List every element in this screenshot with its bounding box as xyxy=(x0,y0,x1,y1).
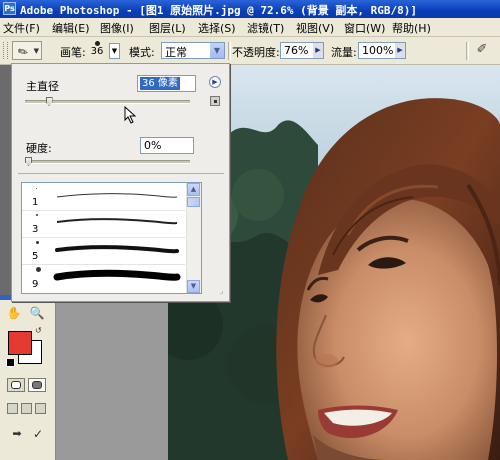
brush-preset-size: 3 xyxy=(32,224,39,235)
hardness-slider-track[interactable] xyxy=(25,160,190,164)
brush-size-value: 36 xyxy=(90,46,104,57)
chevron-down-icon: ▼ xyxy=(33,47,39,55)
full-screen-mode-button[interactable] xyxy=(35,403,46,414)
opacity-value: 76% xyxy=(284,44,309,57)
menu-window[interactable]: 窗口(W) xyxy=(344,20,385,36)
brush-stroke-preview xyxy=(56,193,178,198)
menu-view[interactable]: 视图(V) xyxy=(296,20,334,36)
hardness-value: 0% xyxy=(144,139,162,152)
menu-file[interactable]: 文件(F) xyxy=(3,20,40,36)
checkmark-icon[interactable]: ✓ xyxy=(30,427,46,443)
menu-filter[interactable]: 滤镜(T) xyxy=(247,20,284,36)
brush-preset-size: 1 xyxy=(32,197,39,208)
airbrush-icon[interactable]: ✐ xyxy=(473,42,491,60)
chevron-down-icon: ▼ xyxy=(210,43,224,58)
brush-label: 画笔: xyxy=(60,46,86,59)
menu-bar: 文件(F) 编辑(E) 图像(I) 图层(L) 选择(S) 滤镜(T) 视图(V… xyxy=(0,18,500,37)
brush-preset-picker-panel: 主直径 36 像素 ▶ 硬度: 0% 1 3 5 9 ▲ ▼ ⌟ xyxy=(11,63,230,302)
tool-preset-picker[interactable]: ✎ ▼ xyxy=(12,41,42,61)
brush-tip-dot xyxy=(36,267,41,272)
brush-stroke-preview xyxy=(56,218,178,225)
foreground-color-swatch[interactable] xyxy=(8,331,32,355)
menu-edit[interactable]: 编辑(E) xyxy=(52,20,90,36)
options-bar: ✎ ▼ 画笔: 36 ▼ 模式: 正常 ▼ 不透明度: 76% ▶ 流量: 10… xyxy=(0,37,500,65)
opacity-label: 不透明度: xyxy=(232,46,280,59)
menu-image[interactable]: 图像(I) xyxy=(100,20,134,36)
flow-label: 流量: xyxy=(331,46,357,59)
brush-preset-5[interactable]: 5 xyxy=(22,237,185,265)
separator xyxy=(466,42,469,60)
menu-layer[interactable]: 图层(L) xyxy=(149,20,186,36)
master-diameter-slider-thumb[interactable] xyxy=(45,97,53,106)
brush-picker-dropdown[interactable]: ▼ xyxy=(109,43,120,59)
options-bar-grip[interactable] xyxy=(3,42,8,59)
mode-value: 正常 xyxy=(165,46,187,59)
title-bar: Ps Adobe Photoshop - [图1 原始照片.jpg @ 72.6… xyxy=(0,0,500,18)
mode-label: 模式: xyxy=(129,46,155,59)
master-diameter-field[interactable]: 36 像素 xyxy=(137,75,196,92)
scroll-down-icon[interactable]: ▼ xyxy=(187,280,200,293)
quick-mask-mode-button[interactable] xyxy=(28,378,46,392)
mode-select[interactable]: 正常 ▼ xyxy=(161,42,225,59)
menu-help[interactable]: 帮助(H) xyxy=(392,20,431,36)
scroll-up-icon[interactable]: ▲ xyxy=(187,183,200,196)
brush-preset-size: 9 xyxy=(32,279,39,290)
hardness-label: 硬度: xyxy=(26,142,52,155)
toolbox: ✋ 🔍 ↺ ➡ ✓ xyxy=(0,295,56,460)
brush-preset-9[interactable]: 9 xyxy=(22,264,185,291)
resize-grip-icon[interactable]: ⌟ xyxy=(220,287,228,295)
default-colors-icon[interactable] xyxy=(6,358,15,367)
panel-menu-arrow-icon[interactable]: ▶ xyxy=(209,76,221,88)
hardness-slider-thumb[interactable] xyxy=(25,157,32,166)
flow-field[interactable]: 100% ▶ xyxy=(358,42,406,59)
brush-list-scrollbar[interactable]: ▲ ▼ xyxy=(186,183,201,293)
hand-tool-icon[interactable]: ✋ xyxy=(6,305,22,321)
zoom-tool-icon[interactable]: 🔍 xyxy=(29,305,45,321)
window-title: Adobe Photoshop - [图1 原始照片.jpg @ 72.6% (… xyxy=(20,4,418,17)
menu-select[interactable]: 选择(S) xyxy=(198,20,236,36)
brush-preset-size: 5 xyxy=(32,251,39,262)
full-screen-menu-mode-button[interactable] xyxy=(21,403,32,414)
brush-preset-list: 1 3 5 9 ▲ ▼ xyxy=(21,182,202,294)
master-diameter-label: 主直径 xyxy=(26,80,59,93)
brush-tool-icon: ✎ xyxy=(15,43,31,61)
separator xyxy=(228,42,231,60)
scrollbar-thumb[interactable] xyxy=(187,197,200,207)
standard-mode-button[interactable] xyxy=(7,378,25,392)
brush-preset-3[interactable]: 3 xyxy=(22,210,185,238)
reset-size-icon[interactable] xyxy=(210,96,220,106)
brush-preset-sample[interactable]: 36 xyxy=(86,40,108,62)
opacity-field[interactable]: 76% ▶ xyxy=(280,42,324,59)
standard-screen-mode-button[interactable] xyxy=(7,403,18,414)
flow-value: 100% xyxy=(362,44,394,57)
flow-slider-arrow-icon[interactable]: ▶ xyxy=(395,43,405,58)
hardness-field[interactable]: 0% xyxy=(140,137,194,154)
brush-stroke-preview xyxy=(53,269,181,281)
mouse-pointer-icon xyxy=(124,106,137,124)
brush-tip-dot xyxy=(36,188,37,189)
brush-tip-dot xyxy=(36,241,39,244)
photoshop-app-icon: Ps xyxy=(3,2,16,15)
master-diameter-value: 36 像素 xyxy=(140,77,180,90)
brush-tip-dot xyxy=(36,214,38,216)
document-canvas-area xyxy=(55,295,168,460)
swap-colors-icon[interactable]: ↺ xyxy=(35,326,42,335)
panel-divider xyxy=(18,173,224,175)
brush-stroke-preview xyxy=(55,245,179,254)
brush-preset-1[interactable]: 1 xyxy=(22,183,185,211)
opacity-slider-arrow-icon[interactable]: ▶ xyxy=(313,43,323,58)
jump-to-imageready-icon[interactable]: ➡ xyxy=(6,427,28,443)
